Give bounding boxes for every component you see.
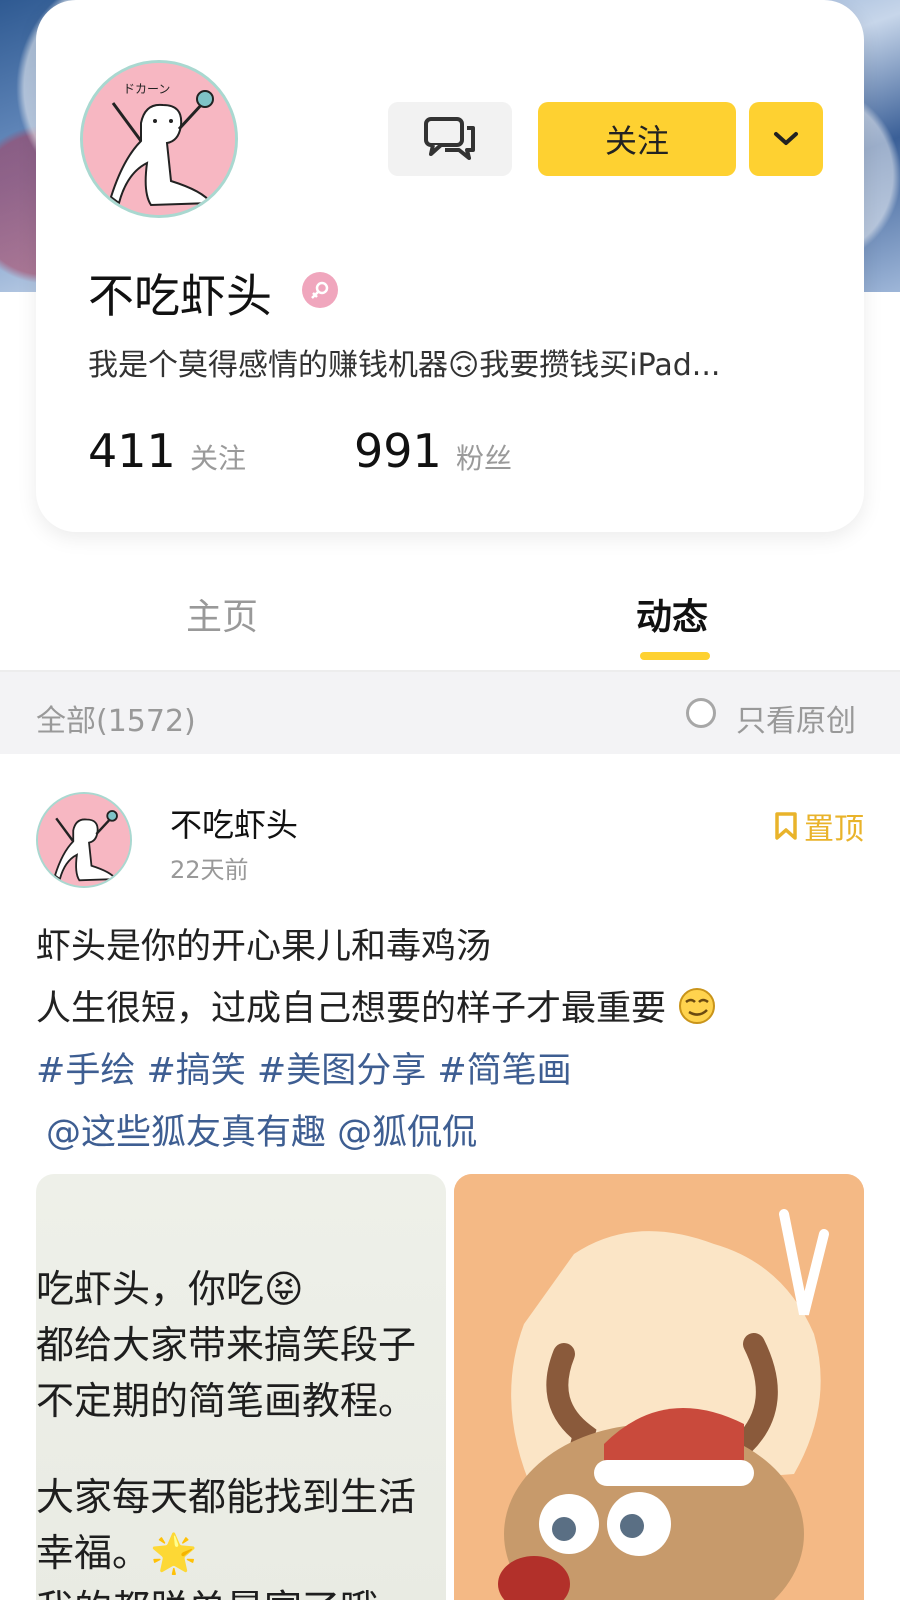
- smirk-emoji-icon: [679, 988, 716, 1024]
- female-gender-icon: [302, 272, 338, 308]
- profile-name: 不吃虾头: [88, 269, 272, 323]
- message-button[interactable]: [388, 102, 512, 176]
- cat-avatar-illustration: ドカーン: [83, 63, 235, 215]
- follow-options-button[interactable]: [749, 102, 823, 176]
- pinned-badge: 置顶: [774, 804, 864, 848]
- image-text-line: 幸福。🌟: [36, 1531, 198, 1575]
- profile-tabs: 主页 动态: [0, 560, 900, 672]
- post-text-line: 人生很短，过成自己想要的样子才最重要: [36, 980, 717, 1031]
- following-count[interactable]: 411: [88, 424, 176, 478]
- image-text-line: 吃虾头，你吃😝: [36, 1267, 304, 1311]
- cat-avatar-illustration: [38, 794, 130, 886]
- following-label[interactable]: 关注: [190, 437, 246, 477]
- followers-count[interactable]: 991: [354, 424, 442, 478]
- chevron-down-icon: [774, 132, 798, 145]
- image-text-line: 大家每天都能找到生活: [36, 1475, 417, 1519]
- active-tab-indicator: [640, 652, 710, 660]
- post-hashtags[interactable]: #手绘 #搞笑 #美图分享 #简笔画: [36, 1042, 572, 1093]
- pinned-label: 置顶: [804, 812, 864, 847]
- original-only-label[interactable]: 只看原创: [736, 696, 856, 740]
- profile-bio: 我是个莫得感情的赚钱机器🙃我要攒钱买iPad...: [88, 348, 721, 383]
- post-author-avatar[interactable]: [36, 792, 132, 888]
- follow-button[interactable]: 关注: [538, 102, 736, 176]
- post-timestamp: 22天前: [170, 856, 249, 884]
- post-image-reindeer[interactable]: [454, 1174, 864, 1600]
- chat-icon: [424, 117, 475, 160]
- profile-avatar[interactable]: ドカーン: [80, 60, 238, 218]
- image-text-line: 我的都脱单暴富了哦: [36, 1578, 378, 1600]
- post-text-line: 虾头是你的开心果儿和毒鸡汤: [36, 927, 492, 967]
- reindeer-illustration: [454, 1174, 864, 1600]
- post-text: 人生很短，过成自己想要的样子才最重要: [36, 989, 667, 1029]
- svg-text:ドカーン: ドカーン: [123, 82, 170, 96]
- tab-home[interactable]: 主页: [186, 588, 258, 640]
- profile-card: ドカーン 关注 不吃虾头 我是个莫得感情的赚钱机器🙃我要攒钱买iPad... 4…: [36, 0, 864, 532]
- image-text-line: 不定期的简笔画教程。: [36, 1379, 417, 1423]
- post-image-text-note[interactable]: 吃虾头，你吃😝 都给大家带来搞笑段子 不定期的简笔画教程。 大家每天都能找到生活…: [36, 1174, 446, 1600]
- female-symbol: [311, 281, 329, 299]
- tab-feed[interactable]: 动态: [636, 588, 708, 640]
- feed-filter-bar: 全部(1572) 只看原创: [0, 672, 900, 754]
- original-only-radio[interactable]: [686, 698, 716, 728]
- bookmark-icon: [775, 812, 797, 840]
- filter-all[interactable]: 全部(1572): [36, 696, 196, 740]
- post-mentions[interactable]: @这些狐友真有趣 @狐侃侃: [46, 1104, 477, 1155]
- followers-label[interactable]: 粉丝: [456, 437, 512, 477]
- post-author-name[interactable]: 不吃虾头: [170, 800, 298, 846]
- image-text-line: 都给大家带来搞笑段子: [36, 1323, 417, 1367]
